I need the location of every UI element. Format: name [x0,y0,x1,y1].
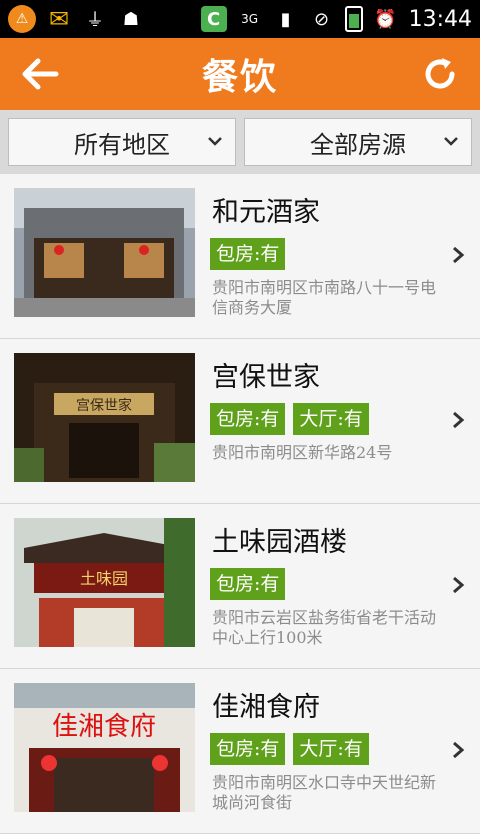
usb-icon: ⏚ [86,10,104,31]
region-filter-label: 所有地区 [74,130,170,159]
restaurant-name: 宫保世家 [212,362,320,393]
list-item[interactable]: 土味园 土味园酒楼 包房:有 贵阳市云岩区盐务街省老干活动中心上行100米 [0,504,480,669]
restaurant-name: 和元酒家 [212,197,320,228]
3g-signal-icon: 3G [241,12,259,26]
region-filter-dropdown[interactable]: 所有地区 [8,118,236,166]
app-header: 餐饮 [0,38,480,110]
list-item[interactable]: 佳湘食府 佳湘食府 包房:有 大厅:有 贵阳市南明区水口寺中天世纪新城尚河食街 [0,669,480,834]
battery-icon [344,6,363,32]
list-item[interactable]: 宫保世家 宫保世家 包房:有 大厅:有 贵阳市南明区新华路24号 [0,339,480,504]
restaurant-address: 贵阳市南明区市南路八十一号电信商务大厦 [212,278,437,317]
chevron-right-icon [453,576,465,594]
restaurant-photo: 宫保世家 [14,353,195,482]
tag-group: 包房:有 大厅:有 [210,733,369,765]
chevron-down-icon [444,137,458,146]
status-time: 13:44 [408,6,472,32]
restaurant-address: 贵阳市南明区水口寺中天世纪新城尚河食街 [212,773,437,812]
restaurant-photo: 佳湘食府 [14,683,195,812]
restaurant-address: 贵阳市云岩区盐务街省老干活动中心上行100米 [212,608,437,647]
c-app-icon: C [200,6,227,32]
alarm-icon: ⏰ [374,8,397,30]
chevron-down-icon [208,137,222,146]
back-arrow-icon [22,58,59,90]
notification-icon: ⚠ [8,5,36,33]
tag-group: 包房:有 大厅:有 [210,403,369,435]
restaurant-name: 佳湘食府 [212,692,320,723]
tag-group: 包房:有 [210,238,286,270]
chevron-right-icon [453,246,465,264]
shop-sign-text: 土味园 [80,569,128,588]
tag-group: 包房:有 [210,568,286,600]
restaurant-name: 土味园酒楼 [212,527,347,558]
restaurant-list: 和元酒家 包房:有 贵阳市南明区市南路八十一号电信商务大厦 宫保世家 宫保世家 … [0,174,480,834]
hall-tag: 大厅:有 [293,403,369,435]
shop-sign-text: 佳湘食府 [52,712,156,742]
filter-bar: 所有地区 全部房源 [0,110,480,174]
shop-sign-text: 宫保世家 [76,397,132,414]
source-filter-dropdown[interactable]: 全部房源 [244,118,472,166]
signal-bars-icon: ▮ [280,8,291,30]
page-title: 餐饮 [201,56,278,98]
back-button[interactable] [18,52,62,96]
restaurant-photo: 土味园 [14,518,195,647]
android-icon: ☗ [122,8,140,30]
refresh-button[interactable] [418,52,462,96]
list-item[interactable]: 和元酒家 包房:有 贵阳市南明区市南路八十一号电信商务大厦 [0,174,480,339]
hall-tag: 大厅:有 [293,733,369,765]
refresh-icon [425,58,455,89]
no-sim-icon: ⊘ [314,8,330,30]
mail-icon: ✉ [48,5,70,33]
restaurant-photo [14,188,195,317]
private-room-tag: 包房:有 [210,403,286,435]
status-bar: ⚠ ✉ ⏚ ☗ C 3G ▮ ⊘ ⏰ 13:44 [0,0,480,38]
private-room-tag: 包房:有 [210,238,286,270]
private-room-tag: 包房:有 [210,733,286,765]
private-room-tag: 包房:有 [210,568,286,600]
restaurant-address: 贵阳市南明区新华路24号 [212,443,393,462]
source-filter-label: 全部房源 [310,130,406,159]
chevron-right-icon [453,411,465,429]
chevron-right-icon [453,741,465,759]
